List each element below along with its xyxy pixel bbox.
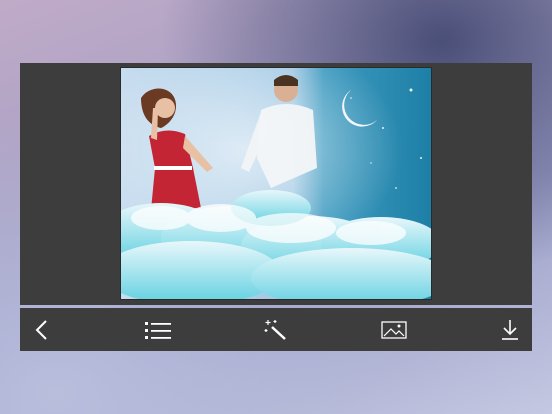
- gallery-button[interactable]: [374, 308, 414, 351]
- download-button[interactable]: [490, 308, 530, 351]
- photo-collage-image: [121, 68, 431, 299]
- chevron-left-icon: [35, 319, 47, 340]
- list-icon: [145, 321, 171, 339]
- back-button[interactable]: [22, 308, 62, 351]
- bottom-toolbar: [20, 308, 532, 351]
- list-button[interactable]: [138, 308, 178, 351]
- download-icon: [502, 319, 518, 340]
- photo-preview[interactable]: [120, 67, 432, 300]
- image-icon: [381, 320, 407, 339]
- magic-wand-button[interactable]: [256, 308, 296, 351]
- magic-wand-icon: [264, 319, 286, 340]
